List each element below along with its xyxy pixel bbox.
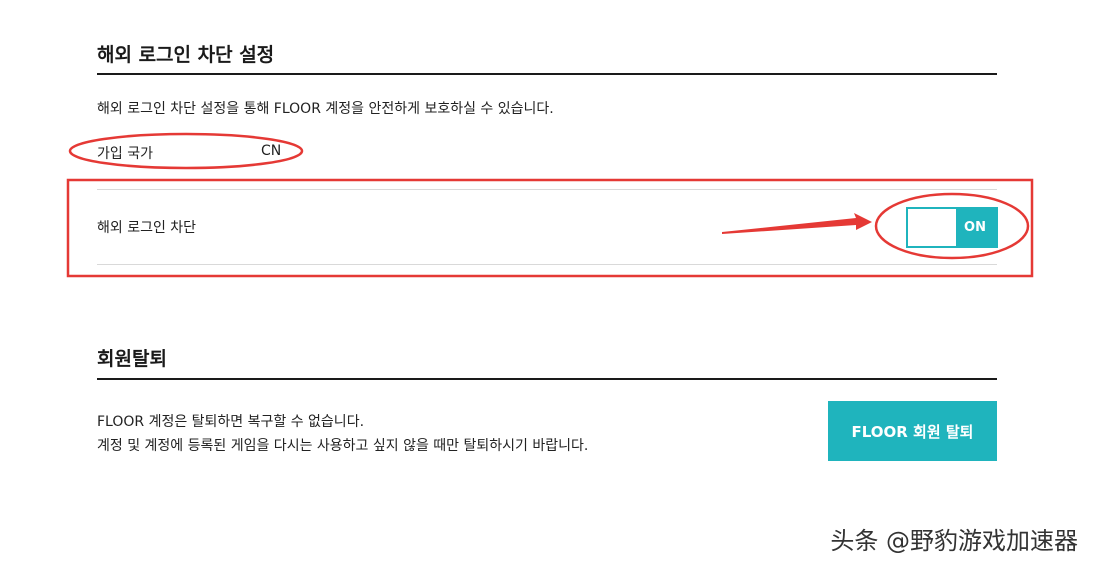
section-divider [97,73,997,75]
toggle-knob [908,209,956,246]
withdrawal-notice-line1: FLOOR 계정은 탈퇴하면 복구할 수 없습니다. [97,414,365,430]
watermark: 头条 @野豹游戏加速器 [830,527,1078,555]
row-divider-top [97,189,997,190]
overseas-login-title: 해외 로그인 차단 설정 [97,44,275,66]
row-divider-bottom [97,264,997,265]
overseas-block-label: 해외 로그인 차단 [97,220,197,236]
country-value: CN [261,143,282,159]
arrow-annotation [722,213,872,234]
section-divider [97,378,997,380]
withdraw-button[interactable]: FLOOR 회원 탈퇴 [828,401,997,461]
annotation-overlay [66,132,1034,278]
withdrawal-notice-line2: 계정 및 계정에 등록된 게임을 다시는 사용하고 싶지 않을 때만 탈퇴하시기… [97,438,589,454]
overseas-block-toggle[interactable]: ON [906,207,998,248]
withdrawal-title: 회원탈퇴 [97,348,167,370]
overseas-login-description: 해외 로그인 차단 설정을 통해 FLOOR 계정을 안전하게 보호하실 수 있… [97,101,554,117]
block-row-highlight-rect [66,178,1034,278]
toggle-state-label: ON [964,220,986,235]
country-label: 가입 국가 [97,146,153,162]
